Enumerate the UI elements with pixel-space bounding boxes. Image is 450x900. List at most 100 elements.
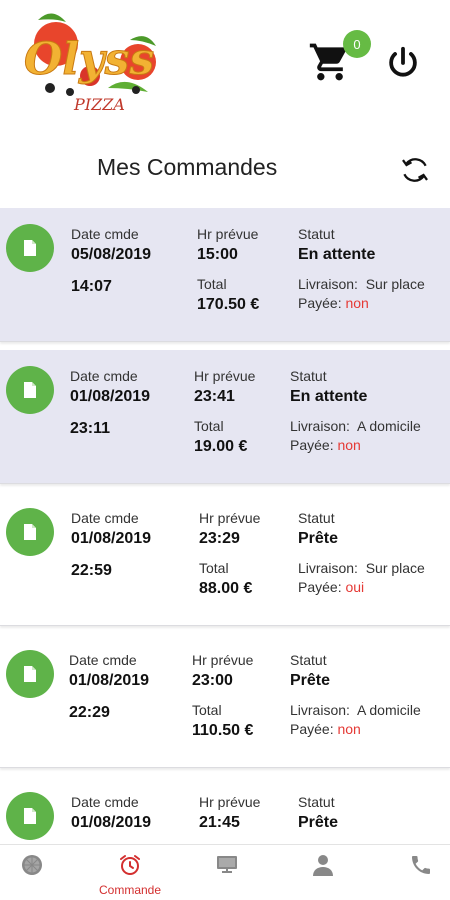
hour-column: Hr prévue 23:29 [199, 510, 260, 548]
delivery-info: Livraison: Sur place [298, 560, 425, 576]
paid-label: Payée: [298, 579, 342, 595]
order-date: 01/08/2019 [71, 530, 152, 547]
date-column: Date cmde 05/08/2019 [71, 226, 151, 264]
delivery-mode: Sur place [365, 560, 425, 576]
order-status: Prête [298, 814, 339, 831]
hour-column: Hr prévue 23:00 [192, 652, 253, 690]
nav-label: Commande [98, 883, 162, 897]
order-icon-circle [6, 224, 54, 272]
order-icon-circle [6, 650, 54, 698]
delivery-label: Livraison: [290, 418, 350, 434]
hour-label: Hr prévue [199, 510, 261, 526]
date-label: Date cmde [71, 794, 139, 810]
status-column: Statut En attente [290, 368, 367, 406]
order-date: 01/08/2019 [70, 388, 151, 405]
document-icon [24, 808, 36, 824]
total-label: Total [192, 702, 222, 718]
nav-item-profile[interactable] [310, 845, 336, 900]
app-header: Olyss PIZZA 0 [0, 0, 450, 130]
planned-hour: 23:41 [194, 388, 235, 405]
paid-value: non [345, 295, 369, 311]
status-label: Statut [298, 510, 335, 526]
hour-column: Hr prévue 23:41 [194, 368, 255, 406]
order-card[interactable]: Date cmde 01/08/2019 22:59 Hr prévue 23:… [0, 492, 450, 626]
date-column: Date cmde 01/08/2019 [69, 652, 149, 690]
document-icon [24, 524, 36, 540]
date-label: Date cmde [71, 226, 139, 242]
order-time: 22:29 [69, 704, 110, 721]
order-icon-circle [6, 366, 54, 414]
document-icon [24, 666, 36, 682]
paid-info: Payée: non [290, 721, 361, 737]
nav-item-menu[interactable] [19, 845, 45, 900]
order-time: 14:07 [71, 278, 112, 295]
paid-info: Payée: oui [298, 579, 364, 595]
orders-list: Date cmde 05/08/2019 14:07 Hr prévue 15:… [0, 208, 450, 844]
status-label: Statut [298, 794, 335, 810]
bottom-nav: Commande [0, 844, 450, 900]
hour-label: Hr prévue [199, 794, 261, 810]
date-label: Date cmde [71, 510, 139, 526]
paid-value: non [337, 437, 361, 453]
order-card[interactable]: Date cmde 05/08/2019 14:07 Hr prévue 15:… [0, 208, 450, 342]
paid-label: Payée: [298, 295, 342, 311]
hour-label: Hr prévue [192, 652, 254, 668]
order-card[interactable]: Date cmde 01/08/2019 22:29 Hr prévue 23:… [0, 634, 450, 768]
order-icon-circle [6, 508, 54, 556]
hour-column: Hr prévue 21:45 [199, 794, 260, 832]
delivery-label: Livraison: [298, 560, 358, 576]
delivery-info: Livraison: A domicile [290, 702, 421, 718]
phone-icon [412, 856, 430, 874]
order-total: 88.00 € [199, 580, 253, 597]
order-status: Prête [290, 672, 331, 689]
date-column: Date cmde 01/08/2019 [71, 510, 151, 548]
status-column: Statut Prête [298, 510, 338, 548]
paid-label: Payée: [290, 437, 334, 453]
order-date: 05/08/2019 [71, 246, 152, 263]
order-status: En attente [298, 246, 376, 263]
order-total: 110.50 € [192, 722, 254, 739]
nav-item-promos[interactable] [214, 845, 240, 900]
order-date: 01/08/2019 [71, 814, 152, 831]
order-date: 01/08/2019 [69, 672, 150, 689]
status-label: Statut [290, 368, 327, 384]
order-time: 22:59 [71, 562, 112, 579]
power-icon[interactable] [384, 44, 422, 82]
order-total: 19.00 € [194, 438, 248, 455]
title-row: Mes Commandes [0, 140, 450, 200]
nav-item-commande[interactable]: Commande [90, 845, 170, 900]
delivery-mode: A domicile [356, 702, 421, 718]
document-icon [24, 382, 36, 398]
refresh-icon[interactable] [398, 152, 432, 188]
monitor-icon [217, 856, 237, 873]
total-label: Total [197, 276, 227, 292]
paid-info: Payée: non [298, 295, 369, 311]
order-card[interactable]: Date cmde 01/08/2019 Hr prévue 21:45 Sta… [0, 776, 450, 844]
date-label: Date cmde [70, 368, 138, 384]
cart-count-badge: 0 [343, 30, 371, 58]
date-label: Date cmde [69, 652, 137, 668]
document-icon [24, 240, 36, 256]
status-column: Statut Prête [298, 794, 338, 832]
hour-column: Hr prévue 15:00 [197, 226, 258, 264]
order-icon-circle [6, 792, 54, 840]
order-total: 170.50 € [197, 296, 260, 313]
paid-value: oui [345, 579, 365, 595]
paid-info: Payée: non [290, 437, 361, 453]
page-title: Mes Commandes [97, 154, 278, 180]
planned-hour: 15:00 [197, 246, 238, 263]
paid-value: non [337, 721, 361, 737]
planned-hour: 23:00 [192, 672, 233, 689]
date-column: Date cmde 01/08/2019 [70, 368, 150, 406]
delivery-label: Livraison: [298, 276, 358, 292]
svg-text:Olyss: Olyss [24, 34, 154, 85]
order-time: 23:11 [70, 420, 111, 437]
logo: Olyss PIZZA [24, 13, 156, 114]
status-label: Statut [290, 652, 327, 668]
status-column: Statut Prête [290, 652, 330, 690]
nav-item-contact[interactable] [408, 845, 434, 900]
order-card[interactable]: Date cmde 01/08/2019 23:11 Hr prévue 23:… [0, 350, 450, 484]
alarm-clock-icon [120, 855, 140, 875]
total-label: Total [199, 560, 229, 576]
delivery-mode: Sur place [365, 276, 425, 292]
